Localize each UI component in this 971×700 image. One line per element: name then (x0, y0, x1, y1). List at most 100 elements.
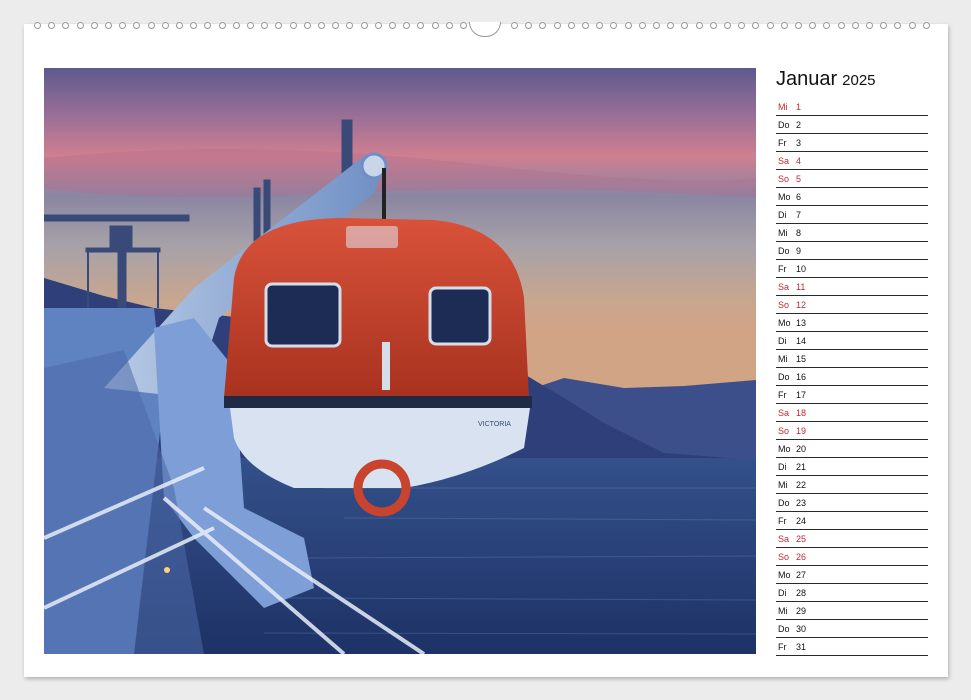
binding-ring (360, 22, 368, 29)
day-row: Di 21 (776, 458, 928, 476)
weekday-label: Di (778, 210, 787, 220)
day-row: Mi 1 (776, 98, 928, 116)
binding-ring (525, 22, 533, 29)
day-row: So 5 (776, 170, 928, 188)
day-row: Do 2 (776, 116, 928, 134)
binding-ring (346, 22, 354, 29)
binding-ring (431, 22, 439, 29)
binding-ring (105, 22, 112, 29)
binding-ring (261, 22, 269, 29)
day-number: 1 (796, 102, 802, 112)
binding-ring (582, 22, 589, 29)
day-number: 17 (796, 390, 807, 400)
weekday-label: So (778, 300, 790, 310)
binding-ring (34, 22, 41, 29)
weekday-label: Sa (778, 408, 790, 418)
binding-ring (133, 22, 141, 29)
binding-ring (823, 22, 831, 29)
day-row: Mo 13 (776, 314, 928, 332)
binding-ring (76, 22, 84, 29)
lifeboat-window-left (264, 282, 342, 348)
weekday-label: Di (778, 462, 787, 472)
weekday-label: Do (778, 624, 790, 634)
day-row: Mi 8 (776, 224, 928, 242)
day-number: 25 (796, 534, 807, 544)
month-name: Januar (776, 68, 838, 90)
binding-ring (303, 22, 311, 29)
weekday-label: Fr (778, 642, 787, 652)
day-row: Mo 27 (776, 566, 928, 584)
day-number: 30 (796, 624, 807, 634)
day-number: 12 (796, 300, 807, 310)
binding-ring (610, 22, 618, 29)
binding-ring (780, 22, 788, 29)
binding-ring (318, 22, 325, 29)
month-title: Januar 2025 (776, 68, 876, 92)
weekday-label: Mi (778, 606, 788, 616)
binding-ring (653, 22, 660, 29)
binding-ring (738, 22, 746, 29)
day-number: 9 (796, 246, 802, 256)
binding-ring (752, 22, 760, 29)
lifeboat-hatch (346, 226, 398, 248)
binding-ring (894, 22, 902, 29)
binding-ring (403, 22, 411, 29)
weekday-label: Sa (778, 156, 790, 166)
binding-ring (837, 22, 845, 29)
weekday-label: So (778, 426, 790, 436)
binding-ring (62, 22, 70, 29)
weekday-label: So (778, 174, 790, 184)
day-list: Mi 1 Do 2 Fr 3 Sa 4 So 5 Mo 6 Di 7 Mi 8 Do 9 Fr 10 Sa 11 So 12 M… (776, 98, 928, 656)
weekday-label: Di (778, 588, 787, 598)
day-row: Fr 31 (776, 638, 928, 656)
day-number: 27 (796, 570, 807, 580)
day-number: 10 (796, 264, 807, 274)
day-row: Mi 29 (776, 602, 928, 620)
binding-ring (232, 22, 240, 29)
binding-ring (511, 22, 518, 29)
binding-ring (90, 22, 98, 29)
day-row: Sa 25 (776, 530, 928, 548)
day-number: 15 (796, 354, 807, 364)
binding-ring (119, 22, 127, 29)
day-number: 22 (796, 480, 807, 490)
weekday-label: Mi (778, 228, 788, 238)
binding-ring (190, 22, 198, 29)
day-row: So 19 (776, 422, 928, 440)
binding-ring (866, 22, 873, 29)
binding-ring (204, 22, 212, 29)
day-number: 18 (796, 408, 807, 418)
day-number: 13 (796, 318, 807, 328)
weekday-label: Sa (778, 534, 790, 544)
weekday-label: Sa (778, 282, 790, 292)
day-number: 24 (796, 516, 807, 526)
binding-ring (389, 22, 396, 29)
binding-ring (681, 22, 689, 29)
day-number: 19 (796, 426, 807, 436)
binding-ring (724, 22, 731, 29)
binding-ring (161, 22, 169, 29)
binding-ring (795, 22, 802, 29)
binding-ring (709, 22, 717, 29)
day-row: Sa 11 (776, 278, 928, 296)
weekday-label: Mo (778, 192, 791, 202)
weekday-label: Di (778, 336, 787, 346)
binding-ring (147, 22, 155, 29)
day-row: Fr 17 (776, 386, 928, 404)
binding-ring (667, 22, 675, 29)
day-number: 26 (796, 552, 807, 562)
weekday-label: Do (778, 246, 790, 256)
photo-illustration: VICTORIA (44, 68, 756, 654)
day-number: 23 (796, 498, 807, 508)
day-row: Do 9 (776, 242, 928, 260)
day-row: Mi 22 (776, 476, 928, 494)
weekday-label: Mi (778, 102, 788, 112)
weekday-label: Fr (778, 390, 787, 400)
binding-ring (553, 22, 561, 29)
binding-ring (567, 22, 575, 29)
day-number: 8 (796, 228, 802, 238)
day-row: Mo 20 (776, 440, 928, 458)
binding-ring (332, 22, 340, 29)
binding-ring (596, 22, 604, 29)
weekday-label: Do (778, 120, 790, 130)
